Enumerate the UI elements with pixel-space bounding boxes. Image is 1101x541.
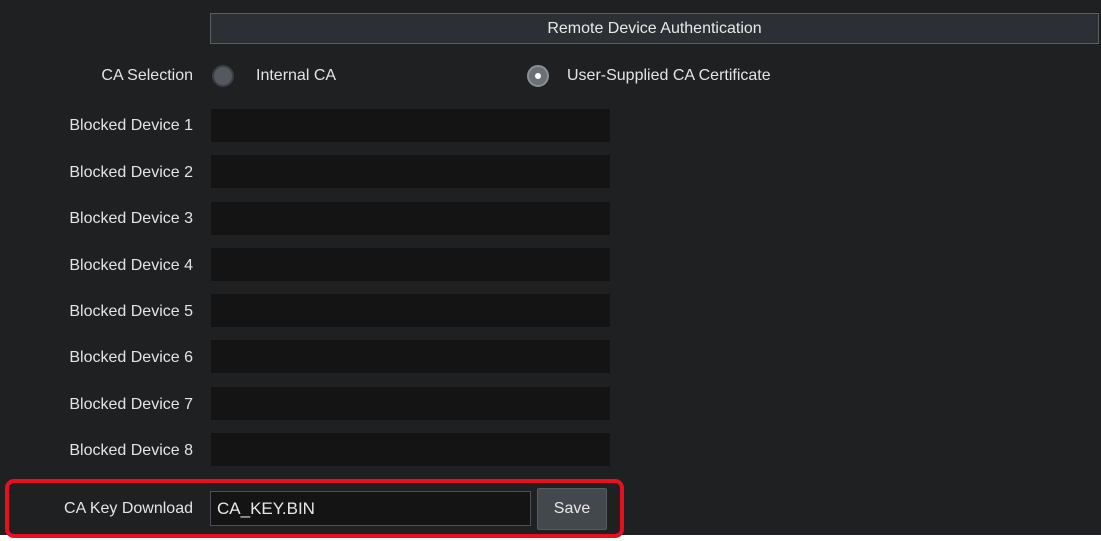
user-supplied-ca-radio-label[interactable]: User-Supplied CA Certificate [567,66,771,86]
blocked-device-2-field[interactable] [211,155,610,188]
blocked-device-3-label: Blocked Device 3 [69,210,193,227]
blocked-device-8-label: Blocked Device 8 [69,442,193,459]
user-supplied-ca-radio[interactable] [527,65,549,87]
ca-selection-label: CA Selection [101,67,193,84]
settings-panel: Remote Device Authentication CA Selectio… [0,0,1101,535]
blocked-device-4-field[interactable] [211,248,610,281]
blocked-device-4-label: Blocked Device 4 [69,257,193,274]
blocked-device-3-field[interactable] [211,202,610,235]
internal-ca-radio[interactable] [212,65,234,87]
blocked-device-7-field[interactable] [211,387,610,420]
blocked-device-7-label: Blocked Device 7 [69,396,193,413]
blocked-device-5-label: Blocked Device 5 [69,303,193,320]
blocked-device-8-field[interactable] [211,433,610,466]
blocked-device-2-label: Blocked Device 2 [69,164,193,181]
highlight-box [5,479,624,538]
blocked-device-1-field[interactable] [211,109,610,142]
blocked-device-1-label: Blocked Device 1 [69,117,193,134]
blocked-device-6-field[interactable] [211,340,610,373]
section-title: Remote Device Authentication [547,19,762,37]
blocked-device-5-field[interactable] [211,294,610,327]
section-header: Remote Device Authentication [210,13,1099,44]
internal-ca-radio-label[interactable]: Internal CA [256,66,336,86]
blocked-device-6-label: Blocked Device 6 [69,349,193,366]
